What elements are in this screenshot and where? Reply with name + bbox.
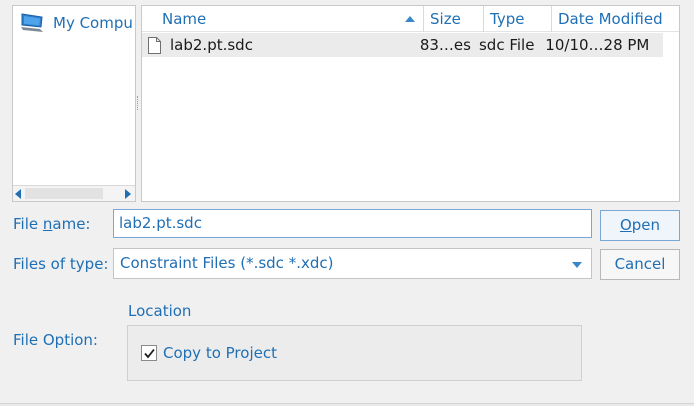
file-list-header: Name Size Type Date Modified: [142, 6, 679, 32]
file-row[interactable]: lab2.pt.sdc 83…es sdc File 10/10…28 PM: [142, 33, 663, 57]
column-header-type[interactable]: Type: [484, 6, 552, 32]
files-of-type-label: Files of type:: [13, 255, 109, 273]
file-date-cell: 10/10…28 PM: [545, 36, 650, 54]
place-item-my-computer[interactable]: My Compu: [19, 12, 135, 34]
file-name-label-part: File: [13, 215, 43, 233]
panel-splitter-handle[interactable]: [137, 96, 140, 110]
checkmark-icon: [144, 348, 155, 359]
file-size-cell: 83…es: [419, 36, 471, 54]
column-name-label: Name: [162, 10, 207, 28]
copy-to-project-option[interactable]: Copy to Project: [141, 344, 277, 362]
file-type-cell: sdc File: [478, 36, 535, 54]
cancel-button[interactable]: Cancel: [600, 249, 680, 280]
file-name-label-part-end: ame:: [52, 215, 91, 233]
file-option-label: File Option:: [13, 331, 98, 349]
scroll-thumb[interactable]: [25, 188, 103, 199]
file-name-label-mnemonic: n: [42, 215, 53, 233]
column-header-name[interactable]: Name: [142, 6, 424, 32]
column-header-size[interactable]: Size: [424, 6, 484, 32]
column-header-date-modified[interactable]: Date Modified: [552, 6, 679, 32]
file-name-label: File name:: [13, 215, 90, 233]
file-name-cell: lab2.pt.sdc: [142, 36, 417, 54]
open-label-rest: pen: [631, 216, 661, 234]
files-of-type-select[interactable]: Constraint Files (*.sdc *.xdc): [113, 248, 592, 279]
copy-to-project-label: Copy to Project: [163, 344, 277, 362]
computer-icon: [21, 13, 43, 32]
location-group-box: Copy to Project: [127, 325, 582, 381]
place-item-label: My Compu: [53, 14, 133, 32]
document-icon: [148, 36, 161, 54]
column-date-label: Date Modified: [558, 10, 663, 28]
places-horizontal-scrollbar[interactable]: [13, 185, 135, 201]
sort-ascending-icon: [405, 16, 415, 22]
file-name-text: lab2.pt.sdc: [170, 36, 253, 54]
files-of-type-value: Constraint Files (*.sdc *.xdc): [120, 254, 334, 272]
column-size-label: Size: [430, 10, 461, 28]
column-type-label: Type: [490, 10, 525, 28]
open-button[interactable]: Open: [600, 210, 680, 241]
file-name-input[interactable]: lab2.pt.sdc: [113, 209, 592, 238]
chevron-down-icon: [572, 262, 582, 268]
location-group-title: Location: [128, 302, 192, 320]
file-list: Name Size Type Date Modified lab2.pt.sdc…: [141, 5, 680, 202]
open-mnemonic: O: [619, 216, 632, 234]
scroll-right-icon[interactable]: [125, 189, 131, 199]
places-panel: My Compu: [12, 5, 136, 202]
scroll-left-icon[interactable]: [15, 189, 21, 199]
copy-to-project-checkbox[interactable]: [141, 345, 157, 361]
